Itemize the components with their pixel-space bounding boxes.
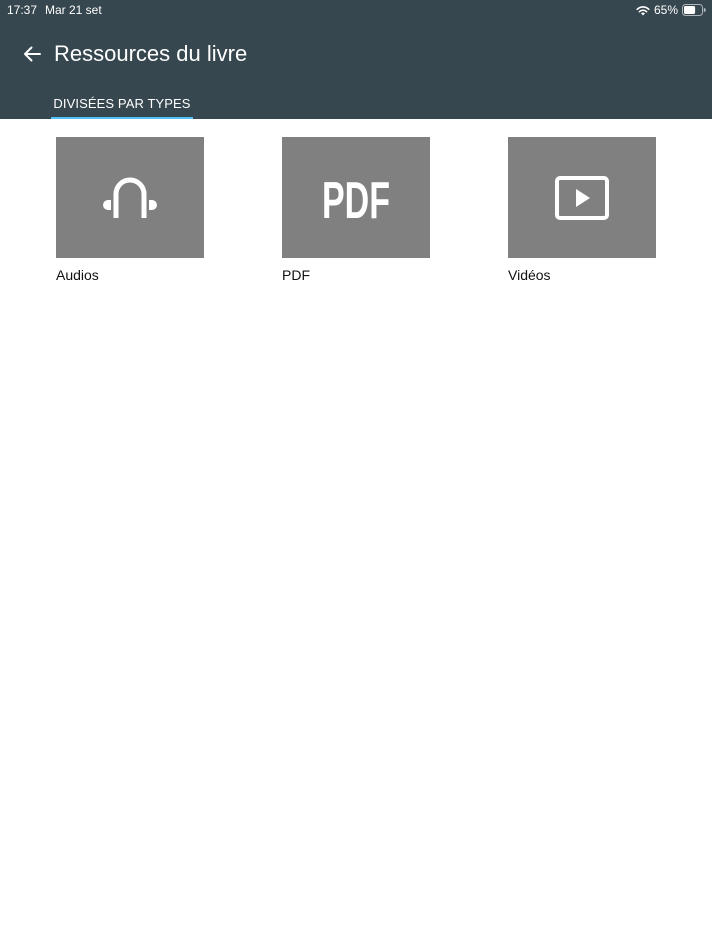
resource-tile-pdf[interactable]: PDF PDF (282, 137, 430, 284)
status-time: 17:37 (7, 3, 38, 17)
resource-thumbnail: PDF (282, 137, 430, 258)
back-button[interactable] (18, 40, 46, 68)
status-indicators: 65% (636, 2, 706, 18)
resource-thumbnail (508, 137, 656, 258)
tab-label: DIVISÉES PAR TYPES (53, 96, 191, 111)
app-header: 17:37 Mar 21 set 65% Ressources du livre… (0, 0, 712, 119)
battery-icon (682, 4, 706, 16)
resource-label: PDF (282, 267, 310, 283)
resource-label: Audios (56, 267, 99, 283)
wifi-icon (636, 5, 650, 15)
battery-percentage: 65% (653, 3, 678, 17)
resource-thumbnail (56, 137, 204, 258)
arrow-left-icon (24, 46, 41, 62)
resource-tile-audios[interactable]: Audios (56, 137, 204, 284)
resource-label: Vidéos (508, 267, 551, 283)
tab-selected-indicator (51, 117, 193, 119)
pdf-icon-text: PDF (322, 173, 390, 223)
battery-fill (684, 6, 696, 14)
tab-divisees-par-types[interactable]: DIVISÉES PAR TYPES (51, 92, 193, 119)
headphones-icon (103, 177, 157, 218)
video-play-icon (555, 175, 609, 220)
pdf-icon: PDF (322, 173, 390, 223)
status-date: Mar 21 set (45, 3, 102, 17)
status-bar: 17:37 Mar 21 set 65% (0, 0, 712, 20)
resource-tile-videos[interactable]: Vidéos (508, 137, 656, 284)
page-title: Ressources du livre (54, 41, 248, 66)
